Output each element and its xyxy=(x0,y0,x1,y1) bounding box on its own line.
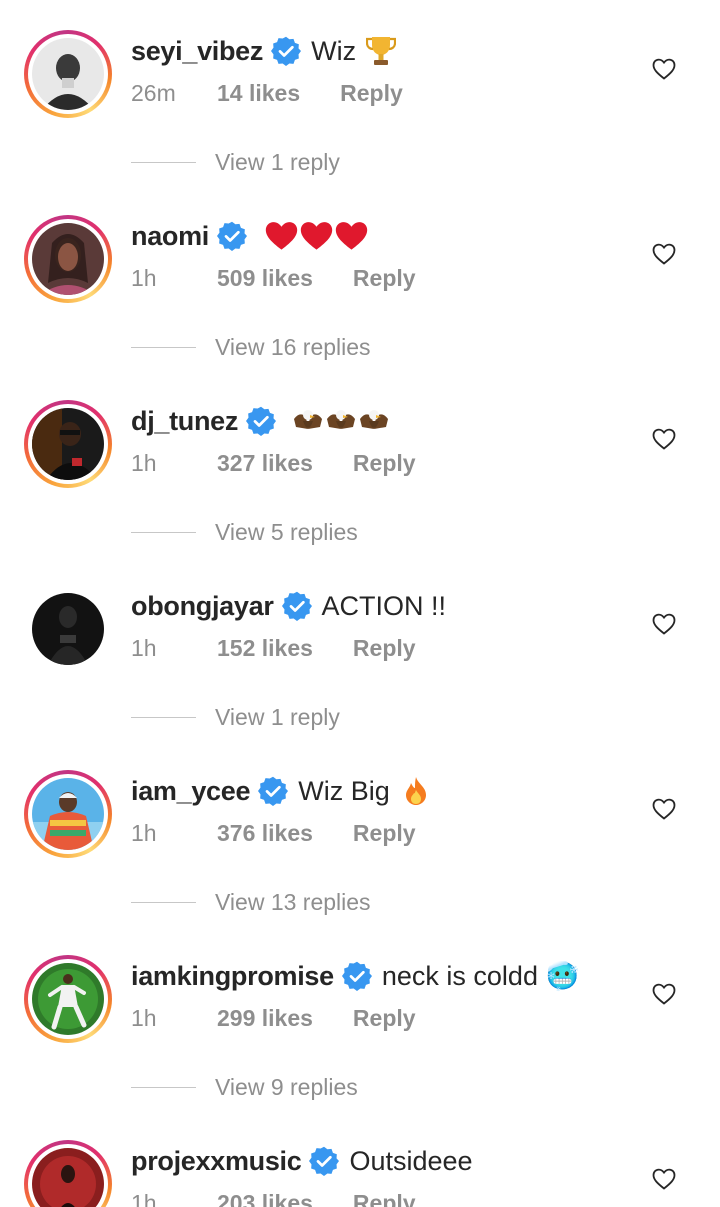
view-replies-toggle[interactable]: View 9 replies xyxy=(131,1074,358,1101)
likes-count[interactable]: 203 likes xyxy=(217,1190,313,1207)
comment-username[interactable]: projexxmusic xyxy=(131,1146,301,1177)
fire-emoji-icon xyxy=(402,776,430,806)
reply-button[interactable]: Reply xyxy=(353,1190,416,1207)
view-replies-label[interactable]: View 1 reply xyxy=(215,704,340,731)
avatar-story-ring[interactable] xyxy=(24,400,112,488)
view-replies-label[interactable]: View 5 replies xyxy=(215,519,358,546)
avatar xyxy=(32,1148,104,1207)
reply-button[interactable]: Reply xyxy=(353,265,416,292)
view-replies-label[interactable]: View 9 replies xyxy=(215,1074,358,1101)
view-replies-toggle[interactable]: View 13 replies xyxy=(131,889,371,916)
like-heart-icon[interactable] xyxy=(652,798,676,820)
view-replies-label[interactable]: View 1 reply xyxy=(215,149,340,176)
avatar-container[interactable] xyxy=(24,585,112,673)
view-replies-label[interactable]: View 13 replies xyxy=(215,889,371,916)
like-heart-icon[interactable] xyxy=(652,58,676,80)
comment-item: iam_ycee Wiz Big 1h 376 likes Reply View… xyxy=(0,740,720,925)
like-heart-icon[interactable] xyxy=(652,428,676,450)
like-heart-icon[interactable] xyxy=(652,983,676,1005)
view-replies-toggle[interactable]: View 1 reply xyxy=(131,149,340,176)
avatar-story-ring[interactable] xyxy=(24,955,112,1043)
view-replies-toggle[interactable]: View 5 replies xyxy=(131,519,358,546)
comment-timestamp: 1h xyxy=(131,635,197,662)
reply-button[interactable]: Reply xyxy=(353,635,416,662)
avatar-story-ring[interactable] xyxy=(24,215,112,303)
comment-timestamp: 1h xyxy=(131,1005,197,1032)
avatar xyxy=(32,963,104,1035)
avatar-story-ring[interactable] xyxy=(24,1140,112,1207)
comment-text: Wiz Big xyxy=(298,776,390,807)
hearts-emoji-icon xyxy=(265,221,368,251)
likes-count[interactable]: 152 likes xyxy=(217,635,313,662)
avatar xyxy=(32,408,104,480)
reply-button[interactable]: Reply xyxy=(353,1005,416,1032)
verified-badge-icon xyxy=(217,221,247,251)
comment-timestamp: 1h xyxy=(131,450,197,477)
comment-username[interactable]: naomi xyxy=(131,221,209,252)
likes-count[interactable]: 376 likes xyxy=(217,820,313,847)
view-replies-toggle[interactable]: View 1 reply xyxy=(131,704,340,731)
comment-username[interactable]: seyi_vibez xyxy=(131,36,263,67)
verified-badge-icon xyxy=(258,776,288,806)
divider-line xyxy=(131,347,196,348)
comment-text: Wiz xyxy=(311,36,356,67)
divider-line xyxy=(131,1087,196,1088)
comment-username[interactable]: iam_ycee xyxy=(131,776,250,807)
divider-line xyxy=(131,532,196,533)
comment-timestamp: 1h xyxy=(131,820,197,847)
reply-button[interactable]: Reply xyxy=(353,450,416,477)
verified-badge-icon xyxy=(271,36,301,66)
divider-line xyxy=(131,162,196,163)
trophy-emoji-icon xyxy=(366,35,396,67)
eagles-emoji-icon xyxy=(292,405,390,437)
likes-count[interactable]: 509 likes xyxy=(217,265,313,292)
avatar xyxy=(32,778,104,850)
likes-count[interactable]: 327 likes xyxy=(217,450,313,477)
avatar-story-ring[interactable] xyxy=(24,30,112,118)
comment-item: obongjayar ACTION !! 1h 152 likes Reply … xyxy=(0,555,720,740)
like-heart-icon[interactable] xyxy=(652,613,676,635)
comment-timestamp: 1h xyxy=(131,265,197,292)
comment-text: Outsideee xyxy=(349,1146,472,1177)
verified-badge-icon xyxy=(282,591,312,621)
comment-username[interactable]: obongjayar xyxy=(131,591,274,622)
comment-timestamp: 1h xyxy=(131,1190,197,1207)
comment-item: naomi 1h 509 likes Reply View 16 replies xyxy=(0,185,720,370)
comment-item: iamkingpromise neck is coldd 🥶 1h 299 li… xyxy=(0,925,720,1110)
likes-count[interactable]: 299 likes xyxy=(217,1005,313,1032)
comment-item: projexxmusic Outsideee 1h 203 likes Repl… xyxy=(0,1110,720,1207)
comment-username[interactable]: dj_tunez xyxy=(131,406,238,437)
comment-text: neck is coldd 🥶 xyxy=(382,960,579,992)
comment-item: dj_tunez 1h 327 likes Reply View 5 repli… xyxy=(0,370,720,555)
view-replies-label[interactable]: View 16 replies xyxy=(215,334,371,361)
verified-badge-icon xyxy=(246,406,276,436)
reply-button[interactable]: Reply xyxy=(353,820,416,847)
comment-username[interactable]: iamkingpromise xyxy=(131,961,334,992)
avatar xyxy=(32,593,104,665)
divider-line xyxy=(131,717,196,718)
likes-count[interactable]: 14 likes xyxy=(217,80,300,107)
avatar-story-ring[interactable] xyxy=(24,770,112,858)
view-replies-toggle[interactable]: View 16 replies xyxy=(131,334,371,361)
verified-badge-icon xyxy=(309,1146,339,1176)
comment-item: seyi_vibez Wiz 26m 14 likes Reply View 1… xyxy=(0,0,720,185)
avatar xyxy=(32,223,104,295)
avatar xyxy=(32,38,104,110)
divider-line xyxy=(131,902,196,903)
like-heart-icon[interactable] xyxy=(652,243,676,265)
verified-badge-icon xyxy=(342,961,372,991)
comment-timestamp: 26m xyxy=(131,80,197,107)
like-heart-icon[interactable] xyxy=(652,1168,676,1190)
comment-text: ACTION !! xyxy=(322,591,447,622)
reply-button[interactable]: Reply xyxy=(340,80,403,107)
